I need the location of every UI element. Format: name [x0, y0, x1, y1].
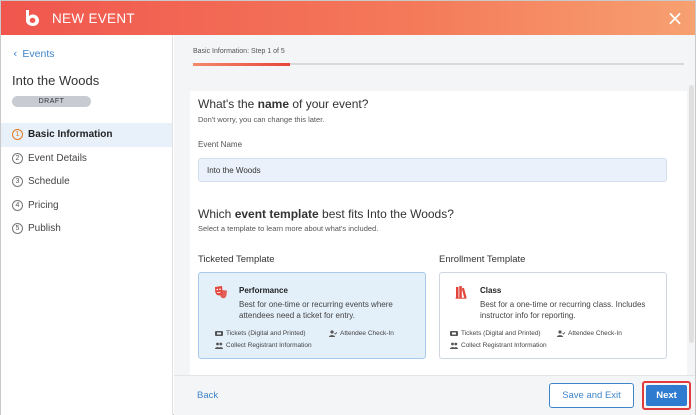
status-badge: DRAFT — [12, 96, 91, 107]
chevron-left-icon: ‹ — [13, 47, 18, 60]
card-description: Best for a one-time or recurring class. … — [480, 300, 646, 320]
step-number-icon: 2 — [12, 152, 23, 164]
enrollment-template-heading: Enrollment Template — [439, 254, 526, 265]
new-event-window: NEW EVENT × ‹ Events Into the Woods DRAF… — [0, 0, 696, 415]
footer-divider — [174, 375, 695, 376]
progress-bar-fill — [193, 63, 291, 66]
theater-masks-icon — [214, 285, 228, 299]
header-title: NEW EVENT — [52, 10, 135, 26]
feature-registrant-info: Collect Registrant Information — [215, 342, 312, 349]
feature-registrant-info: Collect Registrant Information — [450, 342, 547, 349]
template-hint: Select a template to learn more about wh… — [198, 224, 379, 233]
sidebar: ‹ Events Into the Woods DRAFT 1 Basic In… — [1, 35, 173, 415]
main-content: Basic Information: Step 1 of 5 What's th… — [174, 35, 695, 415]
scrollbar-thumb[interactable] — [689, 85, 694, 343]
event-name-label: Event Name — [198, 140, 243, 149]
progress-bar — [193, 63, 684, 66]
close-icon[interactable]: × — [665, 8, 685, 28]
ticket-icon — [450, 331, 458, 336]
back-button[interactable]: Back — [197, 390, 218, 401]
card-title: Class — [480, 286, 502, 295]
step-pricing[interactable]: 4 Pricing — [1, 194, 172, 218]
performance-template-card[interactable]: Performance Best for one-time or recurri… — [198, 272, 426, 359]
step-label: Schedule — [28, 176, 70, 188]
next-button-highlight: Next — [642, 381, 691, 410]
step-schedule[interactable]: 3 Schedule — [1, 170, 172, 194]
books-icon — [455, 285, 469, 299]
user-check-icon — [557, 330, 565, 337]
feature-checkin: Attendee Check-In — [329, 330, 394, 337]
user-check-icon — [329, 330, 337, 337]
back-to-events-link[interactable]: ‹ Events — [13, 47, 55, 60]
feature-tickets: Tickets (Digital and Printed) — [450, 330, 541, 337]
class-template-card[interactable]: Class Best for a one-time or recurring c… — [439, 272, 667, 359]
step-basic-information[interactable]: 1 Basic Information — [1, 123, 172, 147]
feature-tickets: Tickets (Digital and Printed) — [215, 330, 306, 337]
progress-label: Basic Information: Step 1 of 5 — [193, 48, 285, 55]
name-question: What's the name of your event? — [198, 97, 369, 111]
save-and-exit-button[interactable]: Save and Exit — [549, 383, 634, 408]
card-description: Best for one-time or recurring events wh… — [239, 300, 393, 320]
step-publish[interactable]: 5 Publish — [1, 217, 172, 241]
feature-checkin: Attendee Check-In — [557, 330, 622, 337]
form-panel: What's the name of your event? Don't wor… — [190, 91, 687, 375]
step-label: Event Details — [28, 152, 87, 164]
step-number-icon: 3 — [12, 176, 23, 188]
step-label: Pricing — [28, 199, 59, 211]
template-question: Which event template best fits Into the … — [198, 207, 454, 221]
back-link-label: Events — [22, 47, 55, 60]
event-title: Into the Woods — [12, 73, 100, 88]
app-header: NEW EVENT × — [1, 1, 695, 35]
step-number-icon: 5 — [12, 223, 23, 235]
event-name-input[interactable] — [198, 158, 667, 182]
next-button[interactable]: Next — [646, 385, 687, 406]
scrollbar[interactable] — [687, 85, 695, 375]
users-icon — [450, 342, 458, 349]
ticket-icon — [215, 331, 223, 336]
step-label: Publish — [28, 223, 61, 235]
step-event-details[interactable]: 2 Event Details — [1, 147, 172, 171]
ticketed-template-heading: Ticketed Template — [198, 254, 275, 265]
step-number-icon: 1 — [12, 129, 23, 141]
name-hint: Don't worry, you can change this later. — [198, 115, 325, 124]
card-title: Performance — [239, 286, 288, 295]
step-number-icon: 4 — [12, 199, 23, 211]
app-logo-icon — [21, 7, 43, 29]
step-label: Basic Information — [28, 129, 113, 141]
step-list: 1 Basic Information 2 Event Details 3 Sc… — [1, 123, 172, 241]
users-icon — [215, 342, 223, 349]
